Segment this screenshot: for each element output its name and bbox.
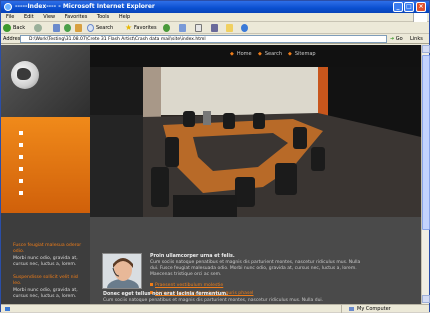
bullet-icon	[150, 283, 153, 286]
address-bar: Address D:\Work\Testing\31.08.07\Crete 3…	[1, 34, 429, 44]
intro-text: Cum sociis natoque penatibus et magnis d…	[150, 260, 361, 277]
title-bar: -----Index---- - Microsoft Internet Expl…	[1, 1, 429, 13]
scroll-up-button[interactable]	[422, 45, 430, 53]
sidebar: Fusce feugiat malesua oderor odio. Morbi…	[1, 45, 90, 304]
section-text: Cum sociis natoque penatibus et magnis d…	[103, 298, 324, 303]
links-button[interactable]: Links	[410, 34, 423, 44]
refresh-icon[interactable]	[64, 24, 71, 32]
web-page: Fusce feugiat malesua oderor odio. Morbi…	[1, 45, 421, 304]
nav-sitemap[interactable]: ◆ Sitemap	[288, 51, 316, 57]
sidebar-menu-item[interactable]	[19, 155, 23, 159]
address-input[interactable]: D:\Work\Testing\31.08.07\Crete 31 Flash …	[20, 35, 387, 43]
content-link-label: Praesent vestibulum molestie	[155, 283, 224, 288]
status-bar: My Computer	[1, 304, 429, 313]
sidebar-menu-item[interactable]	[19, 167, 23, 171]
folder-icon[interactable]	[226, 24, 233, 32]
search-button[interactable]: Search	[96, 22, 113, 34]
nav-home-label: Home	[236, 51, 252, 57]
ie-icon	[4, 3, 12, 11]
sidebar-heading[interactable]: Fusce feugiat malesua oderor odio.	[13, 243, 87, 255]
sidebar-menu-item[interactable]	[19, 191, 23, 195]
address-value: D:\Work\Testing\31.08.07\Crete 31 Flash …	[29, 37, 206, 42]
computer-icon	[349, 307, 354, 311]
favorites-star-icon[interactable]: ★	[125, 22, 132, 34]
conference-room-image	[143, 67, 421, 217]
stop-icon[interactable]	[53, 24, 60, 32]
scroll-thumb[interactable]	[422, 55, 430, 230]
nav-sitemap-label: Sitemap	[294, 51, 316, 57]
globe-logo-icon[interactable]	[11, 61, 39, 89]
back-button[interactable]: Back	[13, 22, 25, 34]
go-button[interactable]: ➜ Go	[390, 35, 406, 43]
minimize-button[interactable]: _	[393, 2, 403, 12]
media-icon[interactable]	[163, 24, 170, 32]
sidebar-menu-item[interactable]	[19, 179, 23, 183]
sidebar-text: Morbi nunc odio, gravida at, cursus nec,…	[13, 256, 78, 267]
menu-file[interactable]: File	[6, 14, 14, 20]
print-icon[interactable]	[211, 24, 218, 32]
photo-side-panel	[90, 67, 143, 115]
favorites-button[interactable]: Favorites	[134, 22, 157, 34]
content-link[interactable]: Praesent vestibulum molestie	[150, 283, 223, 288]
scroll-down-button[interactable]	[422, 295, 430, 303]
close-button[interactable]: ×	[416, 2, 426, 12]
menu-help[interactable]: Help	[119, 14, 130, 20]
search-icon[interactable]	[87, 24, 94, 32]
sidebar-text: Morbi nunc odio, gravida at, cursus nec,…	[13, 288, 78, 299]
history-icon[interactable]	[179, 24, 186, 32]
site-header: ◆ Home ◆ Search ◆ Sitemap	[90, 45, 421, 67]
forward-arrow-icon[interactable]	[34, 24, 42, 32]
mail-icon[interactable]	[195, 24, 202, 32]
section-heading: Donec eget tellus non erat lacinia ferme…	[103, 292, 228, 297]
sidebar-menu-item[interactable]	[19, 143, 23, 147]
nav-search[interactable]: ◆ Search	[258, 51, 282, 57]
vertical-scrollbar[interactable]	[421, 45, 430, 304]
menu-bar: File Edit View Favorites Tools Help	[1, 13, 429, 22]
window-title: -----Index---- - Microsoft Internet Expl…	[15, 3, 155, 10]
menu-edit[interactable]: Edit	[24, 14, 34, 20]
conference-room-photo	[143, 67, 421, 217]
sidebar-menu	[1, 117, 90, 213]
nav-search-label: Search	[264, 51, 283, 57]
headset-operator-image	[103, 254, 141, 288]
menu-favorites[interactable]: Favorites	[65, 14, 88, 20]
browser-window: -----Index---- - Microsoft Internet Expl…	[0, 0, 430, 313]
back-arrow-icon[interactable]	[3, 24, 11, 32]
photo-side-panel	[90, 115, 143, 217]
menu-view[interactable]: View	[43, 14, 55, 20]
maximize-button[interactable]: □	[404, 2, 414, 12]
intro-heading: Proin ullamcorper urna et felis.	[150, 254, 235, 259]
sidebar-heading[interactable]: Suspendisse sollicit velit nisl leo.	[13, 275, 87, 287]
person-photo	[102, 253, 142, 289]
go-label: Go	[395, 36, 403, 42]
home-icon[interactable]	[75, 24, 82, 32]
sidebar-menu-item[interactable]	[19, 131, 23, 135]
logo-area	[1, 45, 90, 117]
page-icon	[5, 307, 10, 311]
toolbar: Back Search ★ Favorites	[1, 22, 429, 34]
messenger-icon[interactable]	[241, 24, 248, 32]
windows-logo-icon	[413, 13, 427, 22]
nav-home[interactable]: ◆ Home	[230, 51, 252, 57]
menu-tools[interactable]: Tools	[97, 14, 109, 20]
